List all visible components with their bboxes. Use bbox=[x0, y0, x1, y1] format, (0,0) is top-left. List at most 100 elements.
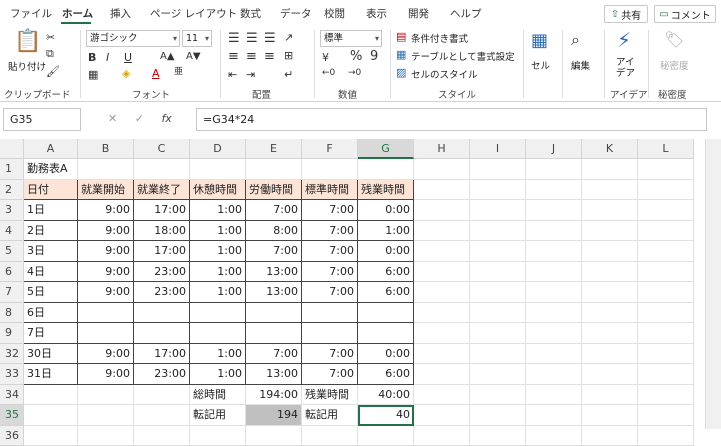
cell[interactable] bbox=[190, 323, 246, 344]
cell[interactable] bbox=[414, 159, 470, 180]
cell[interactable]: 9:00 bbox=[78, 282, 134, 303]
cell[interactable] bbox=[358, 159, 414, 180]
cell[interactable] bbox=[470, 282, 526, 303]
cell[interactable] bbox=[582, 344, 638, 365]
cells-button[interactable]: セル bbox=[531, 58, 550, 72]
cell[interactable] bbox=[582, 405, 638, 426]
column-header[interactable]: I bbox=[470, 139, 526, 159]
percent-button[interactable]: % bbox=[350, 50, 362, 63]
cell[interactable] bbox=[526, 303, 582, 324]
cell[interactable] bbox=[134, 385, 190, 406]
cell[interactable]: 194 bbox=[246, 405, 302, 426]
paste-icon[interactable]: 📋 bbox=[14, 31, 41, 53]
cell[interactable]: 40:00 bbox=[358, 385, 414, 406]
indent-increase-icon[interactable]: ⇥ bbox=[246, 69, 255, 80]
cell[interactable] bbox=[414, 282, 470, 303]
cell[interactable]: 0:00 bbox=[358, 200, 414, 221]
insert-function-icon[interactable]: fx bbox=[161, 112, 171, 125]
cell[interactable] bbox=[638, 323, 694, 344]
cell[interactable] bbox=[414, 200, 470, 221]
cell[interactable] bbox=[638, 364, 694, 385]
cell[interactable] bbox=[526, 200, 582, 221]
cell[interactable] bbox=[302, 303, 358, 324]
comma-button[interactable]: 9 bbox=[370, 50, 378, 63]
cell[interactable] bbox=[470, 405, 526, 426]
column-header[interactable]: G bbox=[358, 139, 414, 159]
sensitivity-button[interactable]: 秘密度 bbox=[660, 58, 689, 72]
select-all-corner[interactable] bbox=[0, 139, 24, 159]
cell[interactable] bbox=[302, 159, 358, 180]
cell[interactable]: 18:00 bbox=[134, 221, 190, 242]
cell[interactable] bbox=[78, 323, 134, 344]
cell[interactable]: 1:00 bbox=[190, 364, 246, 385]
increase-decimal-icon[interactable]: ←0 bbox=[322, 69, 335, 78]
cell[interactable] bbox=[358, 303, 414, 324]
cell[interactable] bbox=[470, 159, 526, 180]
column-header[interactable]: F bbox=[302, 139, 358, 159]
cell[interactable] bbox=[582, 200, 638, 221]
cell[interactable]: 1:00 bbox=[190, 344, 246, 365]
cell[interactable]: 9:00 bbox=[78, 344, 134, 365]
row-header[interactable]: 4 bbox=[0, 221, 24, 242]
cell[interactable] bbox=[134, 159, 190, 180]
cell[interactable]: 転記用 bbox=[190, 405, 246, 426]
cell[interactable]: 6:00 bbox=[358, 364, 414, 385]
sensitivity-icon[interactable]: 🏷 bbox=[664, 32, 684, 48]
cell[interactable] bbox=[78, 159, 134, 180]
row-header[interactable]: 9 bbox=[0, 323, 24, 344]
align-right-icon[interactable]: ≡ bbox=[264, 50, 275, 63]
cell[interactable] bbox=[470, 200, 526, 221]
cell[interactable]: 23:00 bbox=[134, 262, 190, 283]
cell[interactable] bbox=[134, 323, 190, 344]
cell[interactable] bbox=[582, 241, 638, 262]
cell[interactable]: 194:00 bbox=[246, 385, 302, 406]
cell[interactable]: 9:00 bbox=[78, 200, 134, 221]
cell[interactable]: 7:00 bbox=[302, 344, 358, 365]
cell[interactable]: 就業終了 bbox=[134, 180, 190, 201]
cell[interactable] bbox=[190, 159, 246, 180]
copy-icon[interactable]: ⧉ bbox=[46, 48, 54, 59]
cell-style-button[interactable]: セルのスタイル bbox=[411, 67, 478, 81]
tab-formulas[interactable]: 数式 bbox=[240, 6, 261, 21]
paste-button[interactable]: 貼り付け bbox=[8, 59, 46, 73]
cell[interactable] bbox=[302, 323, 358, 344]
cell[interactable] bbox=[134, 405, 190, 426]
cell[interactable] bbox=[246, 303, 302, 324]
cell[interactable]: 1:00 bbox=[190, 241, 246, 262]
cell[interactable]: 1:00 bbox=[190, 221, 246, 242]
cell[interactable]: 17:00 bbox=[134, 241, 190, 262]
cell[interactable]: 9:00 bbox=[78, 241, 134, 262]
cell[interactable]: 17:00 bbox=[134, 200, 190, 221]
cell[interactable] bbox=[134, 303, 190, 324]
cell[interactable]: 1:00 bbox=[190, 282, 246, 303]
cell[interactable]: 13:00 bbox=[246, 262, 302, 283]
format-as-table-button[interactable]: テーブルとして書式設定 bbox=[411, 49, 515, 63]
cancel-icon[interactable]: ✕ bbox=[108, 112, 117, 125]
cell[interactable] bbox=[246, 159, 302, 180]
column-header[interactable]: H bbox=[414, 139, 470, 159]
cell[interactable] bbox=[638, 282, 694, 303]
row-header[interactable]: 5 bbox=[0, 241, 24, 262]
row-header[interactable]: 35 bbox=[0, 405, 24, 426]
cell[interactable] bbox=[526, 282, 582, 303]
cell[interactable]: 5日 bbox=[24, 282, 78, 303]
cell[interactable]: 7:00 bbox=[246, 344, 302, 365]
cell[interactable]: 7:00 bbox=[302, 241, 358, 262]
cell[interactable]: 2日 bbox=[24, 221, 78, 242]
cell[interactable] bbox=[24, 385, 78, 406]
conditional-format-icon[interactable]: ▤ bbox=[396, 31, 406, 42]
cell[interactable] bbox=[638, 344, 694, 365]
enter-icon[interactable]: ✓ bbox=[135, 112, 144, 125]
cell[interactable] bbox=[526, 180, 582, 201]
cell[interactable] bbox=[78, 385, 134, 406]
cut-icon[interactable]: ✂ bbox=[46, 32, 55, 43]
cell[interactable]: 休憩時間 bbox=[190, 180, 246, 201]
row-header[interactable]: 3 bbox=[0, 200, 24, 221]
cell[interactable]: 30日 bbox=[24, 344, 78, 365]
font-name-combo[interactable]: 游ゴシック▾ bbox=[86, 30, 180, 47]
cell[interactable] bbox=[526, 323, 582, 344]
cell[interactable]: 労働時間 bbox=[246, 180, 302, 201]
cell[interactable] bbox=[526, 405, 582, 426]
cell[interactable] bbox=[414, 385, 470, 406]
share-button[interactable]: ⇧ 共有 bbox=[604, 5, 648, 23]
